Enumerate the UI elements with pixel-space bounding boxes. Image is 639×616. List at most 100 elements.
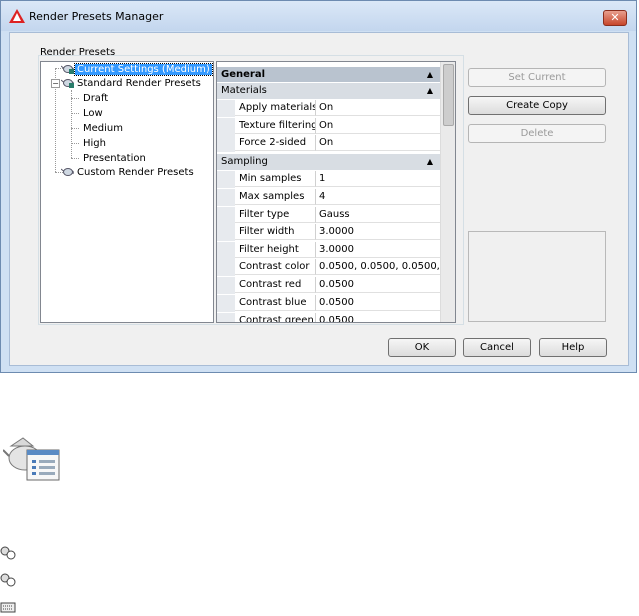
- tree-item-label: Presentation: [83, 153, 146, 164]
- properties-grid[interactable]: General ▲ Materials ▲ Apply materials On…: [216, 61, 456, 323]
- collapse-caret-icon[interactable]: ▲: [427, 154, 433, 170]
- property-value[interactable]: 0.0500: [316, 313, 441, 322]
- property-row[interactable]: Contrast red 0.0500: [217, 277, 441, 294]
- row-gutter: [217, 135, 235, 152]
- dialog-body: Render Presets − Current Settings (Mediu…: [9, 32, 629, 366]
- property-name: Contrast red: [235, 277, 316, 293]
- property-row[interactable]: Contrast blue 0.0500: [217, 295, 441, 312]
- row-gutter: [217, 118, 235, 135]
- property-value[interactable]: 1: [316, 171, 441, 187]
- cancel-button[interactable]: Cancel: [463, 338, 531, 357]
- property-value[interactable]: 4: [316, 189, 441, 205]
- property-name: Contrast green: [235, 313, 316, 322]
- tree-item-low[interactable]: Low: [81, 108, 105, 119]
- property-row[interactable]: Filter width 3.0000: [217, 224, 441, 241]
- teapot-icon: [61, 79, 74, 88]
- property-value[interactable]: On: [316, 100, 441, 116]
- row-gutter: [217, 207, 235, 224]
- render-presets-dialog: Render Presets Manager ✕ Render Presets …: [0, 0, 637, 373]
- row-gutter: [217, 242, 235, 259]
- tree-item-label: Draft: [83, 93, 109, 104]
- property-value[interactable]: 3.0000: [316, 242, 441, 258]
- teapot-icon: [61, 168, 74, 176]
- properties-scrollbar[interactable]: [440, 62, 455, 322]
- row-gutter: [217, 171, 235, 188]
- render-presets-manager-icon: [3, 437, 60, 481]
- property-row[interactable]: Contrast green 0.0500: [217, 313, 441, 322]
- window-title: Render Presets Manager: [29, 10, 164, 23]
- row-gutter: [217, 295, 235, 312]
- ok-button[interactable]: OK: [388, 338, 456, 357]
- property-row[interactable]: Apply materials On: [217, 100, 441, 117]
- collapse-icon[interactable]: −: [51, 79, 60, 88]
- teapot-icon: [61, 65, 74, 74]
- tree-item-label: Low: [83, 108, 103, 119]
- tree-line: [71, 128, 79, 129]
- property-row[interactable]: Filter type Gauss: [217, 207, 441, 224]
- property-row[interactable]: Texture filtering On: [217, 118, 441, 135]
- tree-item-label: Medium: [83, 123, 123, 134]
- scrollbar-thumb[interactable]: [443, 64, 454, 126]
- tree-item-label: Standard Render Presets: [77, 77, 201, 89]
- tree-line: [71, 113, 79, 114]
- property-name: Apply materials: [235, 100, 316, 116]
- close-button[interactable]: ✕: [603, 10, 627, 26]
- delete-button[interactable]: Delete: [468, 124, 606, 143]
- property-value[interactable]: 0.0500: [316, 295, 441, 311]
- property-name: Filter height: [235, 242, 316, 258]
- property-value[interactable]: On: [316, 118, 441, 134]
- property-row[interactable]: Filter height 3.0000: [217, 242, 441, 259]
- tree-line: [71, 98, 79, 99]
- property-row[interactable]: Force 2-sided On: [217, 135, 441, 152]
- tree-item-draft[interactable]: Draft: [81, 93, 110, 104]
- general-header[interactable]: General ▲: [217, 67, 441, 82]
- tree-item-label: High: [83, 138, 106, 149]
- property-name: Force 2-sided: [235, 135, 316, 151]
- property-name: Min samples: [235, 171, 316, 187]
- property-value[interactable]: Gauss: [316, 207, 441, 223]
- property-name: Filter width: [235, 224, 316, 240]
- collapse-caret-icon[interactable]: ▲: [427, 67, 433, 82]
- property-name: Texture filtering: [235, 118, 316, 134]
- category-label: Sampling: [221, 156, 268, 167]
- title-bar[interactable]: Render Presets Manager ✕: [1, 1, 636, 31]
- tree-item-medium[interactable]: Medium: [81, 123, 125, 134]
- tree-item-custom-presets[interactable]: Custom Render Presets: [61, 166, 196, 178]
- row-gutter: [217, 100, 235, 117]
- property-value[interactable]: On: [316, 135, 441, 151]
- set-current-button[interactable]: Set Current: [468, 68, 606, 87]
- tree-line: [71, 90, 72, 158]
- category-sampling[interactable]: Sampling ▲: [217, 154, 441, 170]
- preset-preview: [468, 231, 606, 322]
- row-gutter: [217, 313, 235, 322]
- material-preset-icon: [0, 573, 16, 587]
- property-value[interactable]: 0.0500, 0.0500, 0.0500, ...: [316, 259, 441, 275]
- row-gutter: [217, 259, 235, 276]
- category-materials[interactable]: Materials ▲: [217, 83, 441, 99]
- collapse-caret-icon[interactable]: ▲: [427, 83, 433, 99]
- help-button[interactable]: Help: [539, 338, 607, 357]
- tree-item-current-settings[interactable]: Current Settings (Medium): [61, 62, 213, 76]
- row-gutter: [217, 224, 235, 241]
- category-label: Materials: [221, 85, 267, 96]
- autocad-logo-icon: [9, 9, 25, 23]
- property-row[interactable]: Max samples 4: [217, 189, 441, 206]
- property-name: Contrast color: [235, 259, 316, 275]
- row-gutter: [217, 189, 235, 206]
- property-row[interactable]: Min samples 1: [217, 171, 441, 188]
- tree-line: [71, 158, 79, 159]
- property-value[interactable]: 3.0000: [316, 224, 441, 240]
- tree-line: [71, 143, 79, 144]
- tree-item-label: Custom Render Presets: [77, 166, 194, 178]
- presets-tree[interactable]: − Current Settings (Medium) Standard Ren…: [40, 61, 214, 323]
- general-header-label: General: [221, 69, 265, 80]
- material-preset-icon: [0, 546, 16, 560]
- tree-item-presentation[interactable]: Presentation: [81, 153, 148, 164]
- tree-item-high[interactable]: High: [81, 138, 108, 149]
- row-gutter: [217, 277, 235, 294]
- create-copy-button[interactable]: Create Copy: [468, 96, 606, 115]
- property-name: Contrast blue: [235, 295, 316, 311]
- tree-item-standard-presets[interactable]: Standard Render Presets: [61, 77, 203, 89]
- property-value[interactable]: 0.0500: [316, 277, 441, 293]
- property-row[interactable]: Contrast color 0.0500, 0.0500, 0.0500, .…: [217, 259, 441, 276]
